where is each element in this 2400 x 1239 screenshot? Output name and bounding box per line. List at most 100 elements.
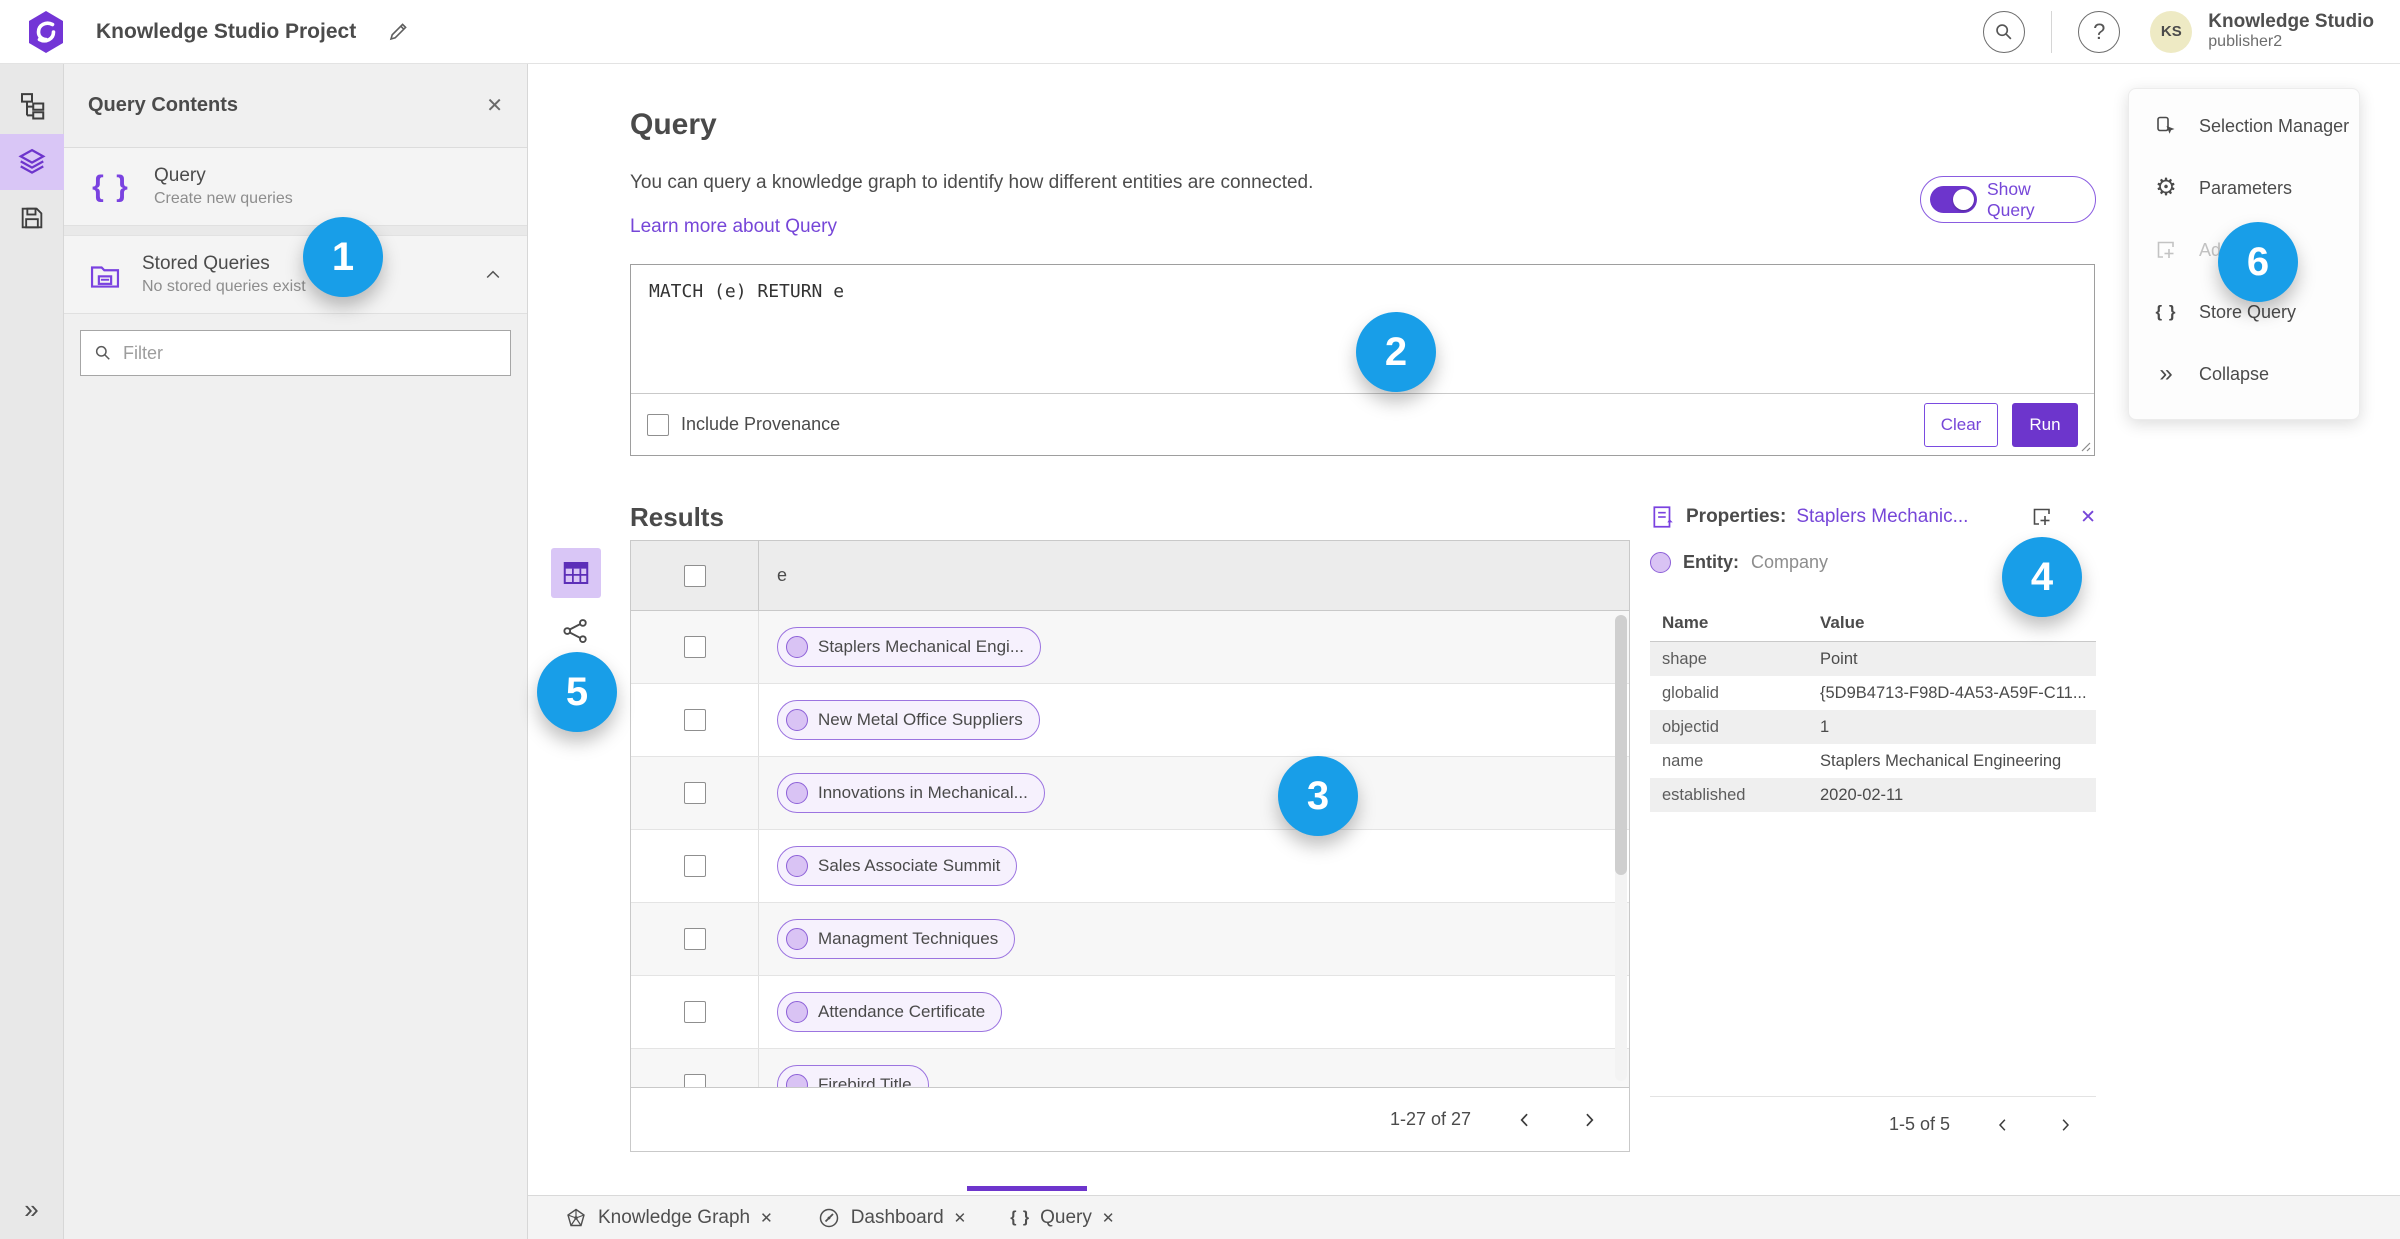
prop-col-name: Name xyxy=(1662,613,1709,632)
table-row[interactable]: Attendance Certificate xyxy=(631,976,1629,1049)
stored-queries-folder-icon xyxy=(90,265,120,288)
results-scrollbar[interactable] xyxy=(1615,615,1627,1081)
panel-title: Query Contents xyxy=(88,94,239,116)
provenance-checkbox[interactable] xyxy=(647,413,669,436)
entity-pill[interactable]: Firebird Title xyxy=(777,1065,929,1087)
edit-project-icon[interactable] xyxy=(386,20,410,44)
entity-pill[interactable]: Managment Techniques xyxy=(777,919,1016,959)
next-page-icon[interactable] xyxy=(1579,1110,1599,1130)
clear-button[interactable]: Clear xyxy=(1924,402,1998,447)
table-row[interactable]: Managment Techniques xyxy=(631,903,1629,976)
tab-label: Dashboard xyxy=(850,1206,944,1228)
close-tab-icon[interactable]: ✕ xyxy=(760,1209,773,1227)
link-chart-view-button[interactable] xyxy=(561,616,591,646)
app-logo-icon[interactable] xyxy=(26,10,66,54)
annotation-badge-2: 2 xyxy=(1356,312,1436,392)
row-checkbox[interactable] xyxy=(683,1001,706,1023)
tab-dashboard[interactable]: Dashboard ✕ xyxy=(795,1196,989,1239)
avatar[interactable]: KS xyxy=(2150,10,2193,53)
properties-entity-link[interactable]: Staplers Mechanic... xyxy=(1796,506,1968,528)
dashboard-icon xyxy=(819,1208,838,1227)
entity-pill[interactable]: Attendance Certificate xyxy=(777,992,1003,1032)
chevron-up-icon[interactable] xyxy=(483,265,503,285)
table-view-button[interactable] xyxy=(551,548,601,598)
table-row[interactable]: Staplers Mechanical Engi... xyxy=(631,611,1629,684)
expand-rail-button[interactable]: » xyxy=(24,1194,38,1225)
annotation-badge-1: 1 xyxy=(303,217,383,297)
results-table-header: e xyxy=(631,541,1629,611)
show-query-toggle[interactable]: Show Query xyxy=(1920,176,2096,223)
panel-item-query[interactable]: { } Query Create new queries xyxy=(64,148,527,226)
knowledge-studio-app: Knowledge Studio Project ? KS Knowledge … xyxy=(0,0,2400,1239)
rail-save-button[interactable] xyxy=(0,190,64,246)
panel-item-stored-queries[interactable]: Stored Queries No stored queries exist xyxy=(64,236,527,314)
run-button[interactable]: Run xyxy=(2012,402,2078,447)
tool-parameters[interactable]: ⚙ Parameters xyxy=(2129,157,2359,219)
learn-more-link[interactable]: Learn more about Query xyxy=(630,216,837,238)
scrollbar-thumb[interactable] xyxy=(1615,615,1627,875)
item-subtitle: Create new queries xyxy=(154,190,293,207)
user-info[interactable]: Knowledge Studio publisher2 xyxy=(2208,11,2374,51)
select-all-checkbox[interactable] xyxy=(683,564,706,587)
layers-icon xyxy=(17,148,46,174)
table-row[interactable]: New Metal Office Suppliers xyxy=(631,684,1629,757)
active-tab-indicator xyxy=(967,1186,1087,1191)
property-row[interactable]: objectid 1 xyxy=(1650,710,2096,744)
toggle-switch[interactable] xyxy=(1930,186,1977,213)
row-checkbox[interactable] xyxy=(683,1074,706,1087)
table-row[interactable]: Firebird Title xyxy=(631,1049,1629,1087)
entity-pill[interactable]: New Metal Office Suppliers xyxy=(777,700,1040,740)
row-checkbox[interactable] xyxy=(683,928,706,950)
filter-box xyxy=(80,330,511,376)
property-value: Point xyxy=(1820,649,1858,668)
row-checkbox[interactable] xyxy=(683,855,706,877)
close-tab-icon[interactable]: ✕ xyxy=(954,1209,967,1227)
resize-handle[interactable] xyxy=(2079,440,2091,452)
save-icon xyxy=(21,207,42,229)
rail-layers-button[interactable] xyxy=(0,134,64,190)
entity-label: Entity: xyxy=(1683,552,1739,572)
row-checkbox[interactable] xyxy=(683,636,706,658)
entity-pill-label: Sales Associate Summit xyxy=(818,856,1001,875)
previous-page-icon[interactable] xyxy=(1515,1110,1535,1130)
add-to-artifact-icon[interactable] xyxy=(2030,505,2054,529)
rail-data-model-button[interactable] xyxy=(0,78,64,134)
entity-pill[interactable]: Staplers Mechanical Engi... xyxy=(777,627,1041,667)
help-button[interactable]: ? xyxy=(2078,10,2121,53)
property-name: name xyxy=(1662,751,1704,770)
row-checkbox[interactable] xyxy=(683,709,706,731)
next-page-icon[interactable] xyxy=(2056,1116,2074,1134)
filter-input[interactable] xyxy=(123,342,498,364)
provenance-label: Include Provenance xyxy=(681,414,841,434)
entity-pill[interactable]: Sales Associate Summit xyxy=(777,846,1018,886)
tool-label: Parameters xyxy=(2199,177,2293,198)
tab-query[interactable]: { } Query ✕ xyxy=(988,1196,1136,1239)
properties-label: Properties: xyxy=(1686,506,1787,527)
topbar-divider xyxy=(2051,10,2053,53)
property-name: shape xyxy=(1662,649,1707,668)
close-tab-icon[interactable]: ✕ xyxy=(1102,1209,1115,1227)
tool-label: Store Query xyxy=(2199,301,2297,322)
tool-collapse[interactable]: » Collapse xyxy=(2129,343,2359,405)
property-row[interactable]: name Staplers Mechanical Engineering xyxy=(1650,744,2096,778)
property-row[interactable]: shape Point xyxy=(1650,642,2096,676)
entity-pill-label: New Metal Office Suppliers xyxy=(818,710,1023,729)
annotation-badge-3: 3 xyxy=(1278,756,1358,836)
filter-search-icon xyxy=(95,345,110,360)
tab-knowledge-graph[interactable]: Knowledge Graph ✕ xyxy=(542,1196,795,1239)
query-contents-panel: Query Contents ✕ { } Query Create new qu… xyxy=(64,64,528,1239)
table-row[interactable]: Innovations in Mechanical... xyxy=(631,757,1629,830)
panel-close-icon[interactable]: ✕ xyxy=(486,93,503,118)
results-table: e Staplers Mechanical Engi... New Metal … xyxy=(630,540,1630,1152)
property-row[interactable]: globalid {5D9B4713-F98D-4A53-A59F-C11... xyxy=(1650,676,2096,710)
table-row[interactable]: Sales Associate Summit xyxy=(631,830,1629,903)
row-checkbox[interactable] xyxy=(683,782,706,804)
search-button[interactable] xyxy=(1983,10,2026,53)
tool-selection-manager[interactable]: Selection Manager xyxy=(2129,95,2359,157)
entity-pill[interactable]: Innovations in Mechanical... xyxy=(777,773,1045,813)
previous-page-icon[interactable] xyxy=(1994,1116,2012,1134)
user-role: publisher2 xyxy=(2208,33,2283,51)
entity-pill-label: Staplers Mechanical Engi... xyxy=(818,637,1024,656)
property-row[interactable]: established 2020-02-11 xyxy=(1650,778,2096,812)
properties-close-icon[interactable]: ✕ xyxy=(2080,506,2096,529)
